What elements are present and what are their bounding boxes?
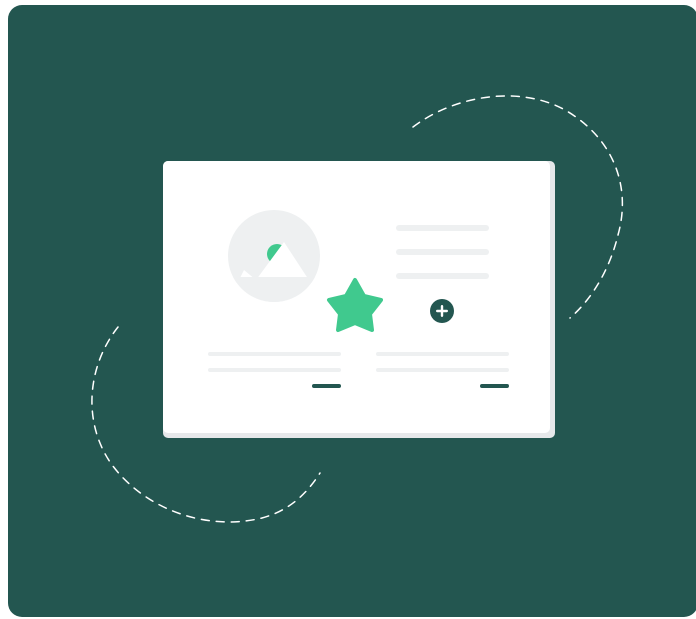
- text-line: [376, 368, 509, 372]
- add-button[interactable]: [430, 299, 454, 323]
- plus-icon-vertical: [440, 305, 444, 317]
- action-dash[interactable]: [480, 384, 509, 388]
- text-line: [396, 225, 489, 231]
- text-line: [376, 352, 509, 356]
- text-line: [208, 368, 341, 372]
- card-illustration: [91, 95, 624, 523]
- product-card: [163, 161, 555, 438]
- text-line: [208, 352, 341, 356]
- illustration: [0, 0, 696, 619]
- text-line: [396, 273, 489, 279]
- action-dash[interactable]: [312, 384, 341, 388]
- text-line: [396, 249, 489, 255]
